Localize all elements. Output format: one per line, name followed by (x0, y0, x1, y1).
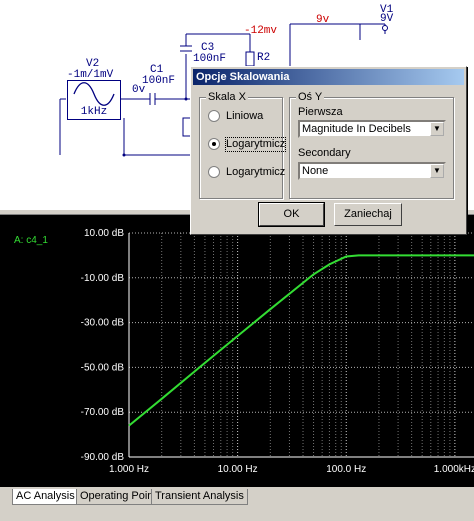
primary-select-value: Magnitude In Decibels (302, 123, 411, 135)
radio-logarithmic-label: Logarytmicz (224, 137, 287, 152)
trace-label: A: c4_1 (14, 235, 48, 246)
secondary-select[interactable]: None ▼ (298, 162, 446, 180)
r2-name: R2 (257, 52, 271, 64)
y-tick-label: -30.00 dB (81, 318, 125, 329)
radio-linear-label: Liniowa (226, 110, 264, 122)
y-tick-label: -50.00 dB (81, 362, 125, 373)
x-tick-label: 1.000 Hz (109, 464, 149, 475)
y-tick-label: 10.00 dB (84, 228, 124, 239)
v2-source-symbol[interactable]: 1kHz (67, 80, 121, 120)
bode-chart: A: c4_1 10.00 dB -10.00 dB -30.00 dB -50.00 … (14, 228, 474, 475)
y-tick-label: -10.00 dB (81, 273, 125, 284)
analysis-tab-bar: AC Analysis Operating Point Transient An… (0, 487, 474, 521)
v2-frequency: 1kHz (80, 106, 108, 118)
v2-value: -1m/1mV (67, 69, 114, 81)
y-axis-group: Oś Y Pierwsza Magnitude In Decibels ▼ Se… (289, 91, 454, 199)
net-12mv-label: -12mv (244, 25, 278, 37)
radio-logarithmic-2-button[interactable] (208, 166, 220, 178)
c3-value: 100nF (193, 53, 227, 65)
chevron-down-icon[interactable]: ▼ (430, 122, 444, 136)
v1-value: 9V (380, 13, 394, 25)
radio-logarithmic-2-label: Logarytmicz (226, 166, 286, 178)
magnitude-trace (128, 254, 474, 427)
ok-button[interactable]: OK (258, 202, 325, 227)
sine-wave-icon (73, 82, 115, 106)
chevron-down-icon[interactable]: ▼ (430, 164, 444, 178)
tab-transient-analysis[interactable]: Transient Analysis (151, 489, 248, 505)
x-scale-group: Skala X Liniowa Logarytmicz Logarytmicz (199, 91, 287, 199)
c1-value: 100nF (142, 75, 176, 87)
y-tick-label: -70.00 dB (81, 407, 125, 418)
tab-operating-point[interactable]: Operating Point (76, 489, 161, 505)
radio-selected-dot (212, 142, 216, 146)
x-tick-label: 100.0 Hz (326, 464, 366, 475)
net-0v-label: 0v (132, 84, 146, 96)
secondary-label: Secondary (298, 147, 351, 159)
y-tick-label: -90.00 dB (81, 452, 125, 463)
x-scale-group-title: Skala X (206, 91, 248, 103)
primary-select[interactable]: Magnitude In Decibels ▼ (298, 120, 446, 138)
primary-label: Pierwsza (298, 106, 343, 118)
net-9v-label: 9v (316, 14, 330, 26)
scaling-options-dialog: Opcje Skalowania Skala X Liniowa Logaryt… (190, 66, 467, 235)
tab-ac-analysis[interactable]: AC Analysis (12, 489, 79, 505)
radio-linear-button[interactable] (208, 110, 220, 122)
x-tick-label: 1.000kHz (434, 464, 474, 475)
radio-logarithmic-button[interactable] (208, 138, 220, 150)
secondary-select-value: None (302, 165, 329, 177)
y-axis-group-title: Oś Y (296, 91, 325, 103)
x-tick-label: 10.00 Hz (218, 464, 258, 475)
dialog-title[interactable]: Opcje Skalowania (193, 69, 464, 85)
ac-analysis-plot[interactable]: A: c4_1 10.00 dB -10.00 dB -30.00 dB -50.00 … (0, 215, 474, 487)
cancel-button[interactable]: Zaniechaj (334, 203, 402, 226)
